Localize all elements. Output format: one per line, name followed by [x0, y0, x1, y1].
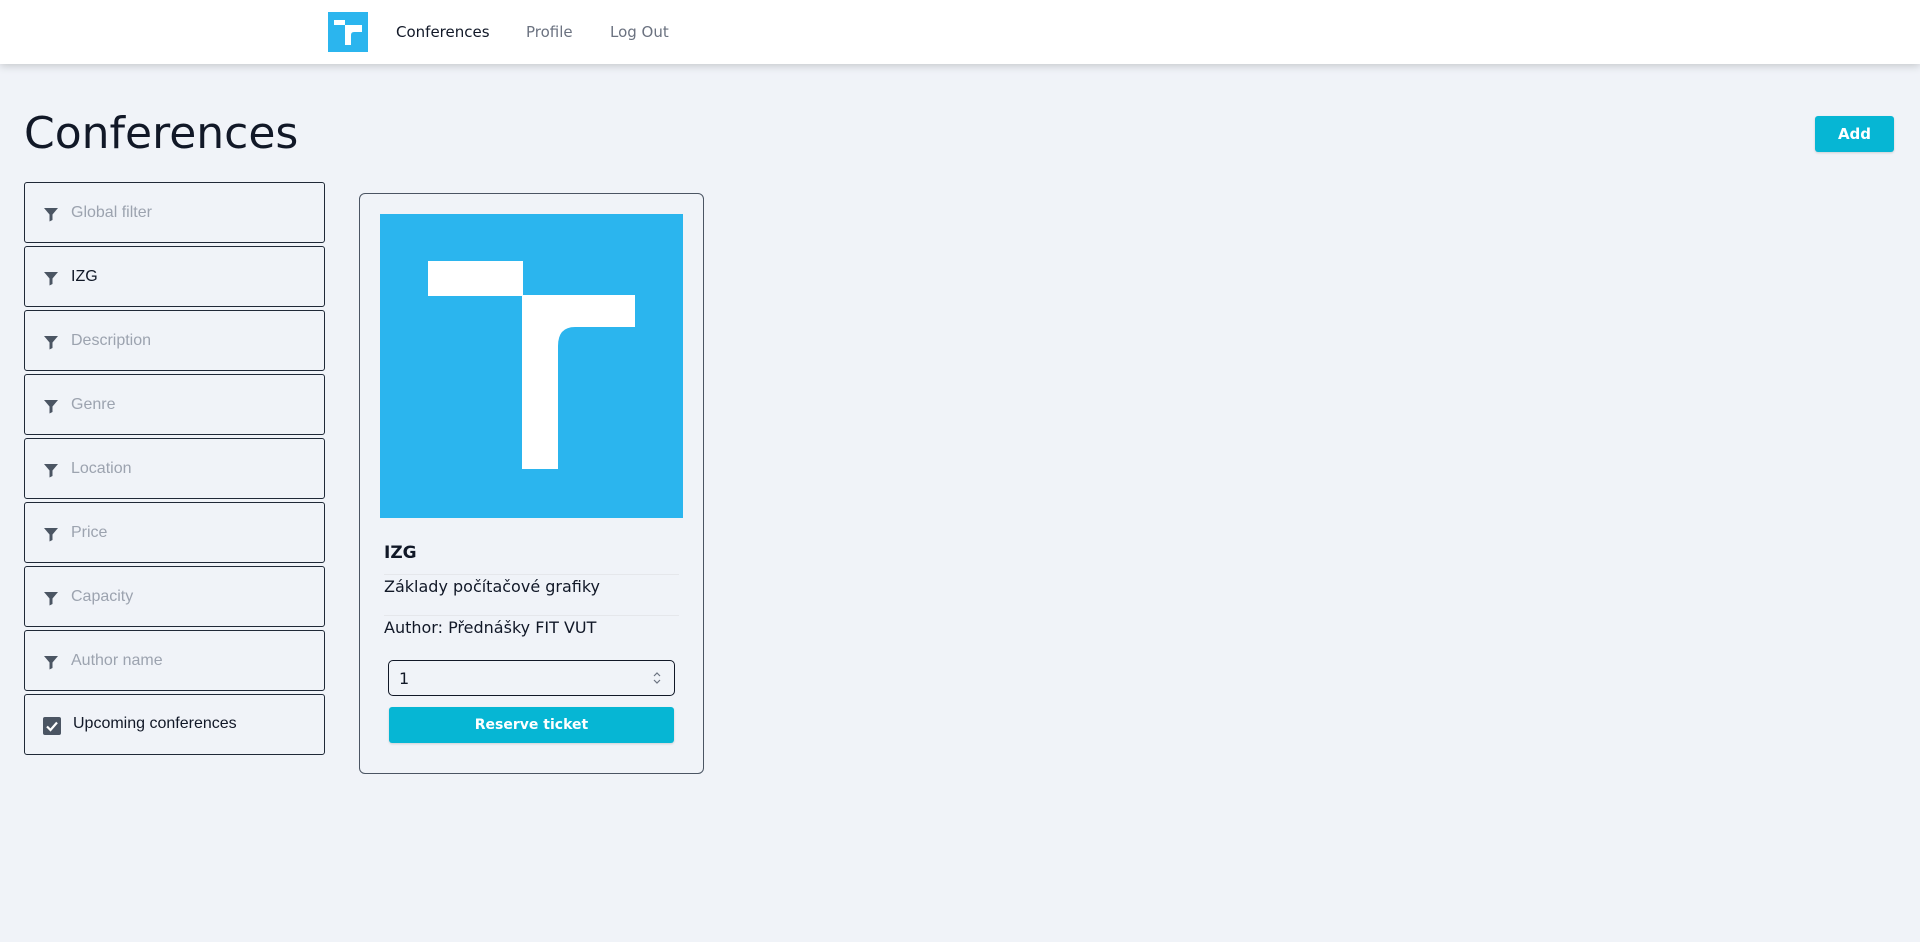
ticket-quantity-input[interactable]	[399, 667, 619, 689]
check-icon	[46, 721, 58, 732]
filter-location	[24, 438, 325, 499]
filter-icon	[43, 654, 59, 670]
add-button[interactable]: Add	[1815, 116, 1894, 152]
nav-link-conferences[interactable]: Conferences	[396, 22, 490, 42]
global-filter-input[interactable]	[71, 197, 307, 229]
genre-filter-input[interactable]	[71, 389, 307, 421]
nav-link-profile[interactable]: Profile	[526, 22, 573, 42]
filter-icon	[43, 270, 59, 286]
filter-global	[24, 182, 325, 243]
t-logo-icon	[380, 214, 683, 518]
filter-icon	[43, 334, 59, 350]
description-filter-input[interactable]	[71, 325, 307, 357]
conference-title: IZG	[384, 543, 417, 563]
page-title: Conferences	[24, 108, 299, 159]
conference-author: Author: Přednášky FIT VUT	[384, 618, 597, 637]
filter-capacity	[24, 566, 325, 627]
filter-upcoming: Upcoming conferences	[24, 694, 325, 755]
filter-description	[24, 310, 325, 371]
nav-link-logout[interactable]: Log Out	[610, 22, 669, 42]
filter-icon	[43, 462, 59, 478]
location-filter-input[interactable]	[71, 453, 307, 485]
capacity-filter-input[interactable]	[71, 581, 307, 613]
conference-card: IZG Základy počítačové grafiky Author: P…	[359, 193, 704, 774]
upcoming-checkbox-label: Upcoming conferences	[73, 715, 237, 732]
spinner-icon[interactable]	[652, 668, 662, 688]
filter-icon	[43, 526, 59, 542]
upcoming-checkbox[interactable]	[43, 717, 61, 735]
filter-icon	[43, 398, 59, 414]
filter-icon	[43, 590, 59, 606]
reserve-ticket-button[interactable]: Reserve ticket	[389, 707, 674, 743]
price-filter-input[interactable]	[71, 517, 307, 549]
divider	[384, 574, 679, 575]
ticket-quantity-stepper	[388, 660, 675, 696]
name-filter-input[interactable]	[71, 261, 307, 293]
author-name-filter-input[interactable]	[71, 645, 307, 677]
filter-icon	[43, 206, 59, 222]
filter-author-name	[24, 630, 325, 691]
t-logo-icon[interactable]	[328, 12, 368, 52]
filter-name	[24, 246, 325, 307]
conference-description: Základy počítačové grafiky	[384, 577, 601, 596]
filter-price	[24, 502, 325, 563]
divider	[384, 615, 679, 616]
filter-genre	[24, 374, 325, 435]
top-navbar: Conferences Profile Log Out	[0, 0, 1920, 64]
